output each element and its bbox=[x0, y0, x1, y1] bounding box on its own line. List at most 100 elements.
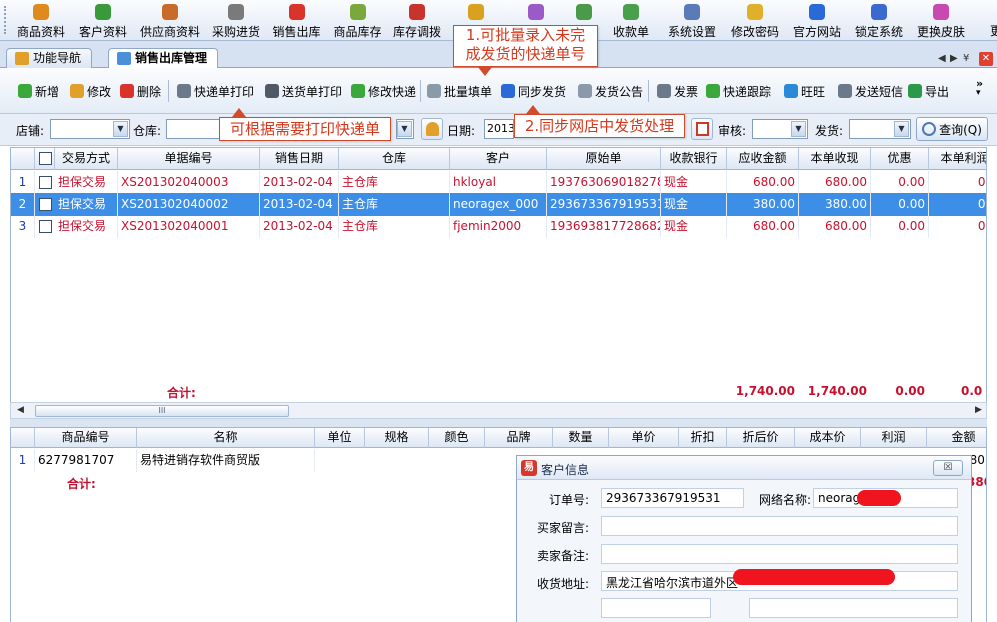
tab-menu-icon[interactable]: ¥ bbox=[963, 53, 969, 64]
extra-field-1[interactable] bbox=[601, 598, 711, 618]
row-checkbox[interactable] bbox=[39, 220, 52, 233]
col-discount[interactable]: 优惠 bbox=[871, 148, 929, 170]
menu-item-receipt[interactable]: 收款单 bbox=[602, 0, 660, 41]
seller-note-field[interactable] bbox=[601, 544, 958, 564]
sync-ship-button[interactable]: 同步发货 bbox=[501, 82, 566, 100]
col-trade[interactable]: 交易方式 bbox=[55, 148, 118, 170]
cell-orig: 193763069018278 bbox=[547, 171, 661, 194]
col-cash[interactable]: 本单收现 bbox=[799, 148, 871, 170]
cell-cash: 380.00 bbox=[799, 193, 871, 216]
sms-button[interactable]: 发送短信 bbox=[838, 82, 903, 100]
grid-hscrollbar[interactable]: ◀ III ▶ bbox=[10, 402, 987, 419]
order-no-field[interactable]: 293673367919531 bbox=[601, 488, 744, 508]
scroll-right-icon[interactable]: ▶ bbox=[975, 405, 982, 415]
table-row[interactable]: 1 担保交易 XS201302040003 2013-02-04 主仓库 hkloyal 1… bbox=[11, 171, 986, 194]
menu-grip[interactable] bbox=[4, 6, 7, 34]
toolbar-dropdown-icon[interactable]: ▾ bbox=[976, 88, 981, 98]
detail-col-header[interactable]: 折后价 bbox=[727, 428, 795, 448]
export-button[interactable]: 导出 bbox=[908, 82, 949, 100]
wangwang-button[interactable]: 旺旺 bbox=[784, 82, 825, 100]
tab-next-icon[interactable]: ▶ bbox=[950, 53, 958, 64]
col-profit[interactable]: 本单利润 bbox=[929, 148, 986, 170]
detail-col-header[interactable]: 单位 bbox=[315, 428, 365, 448]
close-icon[interactable]: ✕ bbox=[979, 52, 993, 66]
detail-col-header[interactable]: 成本价 bbox=[795, 428, 861, 448]
edit-express-button[interactable]: 修改快递 bbox=[351, 82, 416, 100]
toolbar-button-label: 修改快递 bbox=[368, 84, 417, 99]
express-print-button[interactable]: 快递单打印 bbox=[177, 82, 254, 100]
grid-total-discount: 0.00 bbox=[895, 384, 925, 398]
batch-fill-button[interactable]: 批量填单 bbox=[427, 82, 492, 100]
cell-date: 2013-02-04 bbox=[260, 171, 339, 194]
menu-item-lock[interactable]: 锁定系统 bbox=[848, 0, 910, 41]
table-row[interactable]: 3 担保交易 XS201302040001 2013-02-04 主仓库 fjemin20… bbox=[11, 215, 986, 238]
ship-select[interactable]: ▼ bbox=[849, 119, 911, 139]
menu-item-label: 更换皮肤 bbox=[916, 25, 965, 39]
col-date[interactable]: 销售日期 bbox=[260, 148, 339, 170]
callout-tail bbox=[526, 105, 540, 114]
delete-button[interactable]: 删除 bbox=[120, 82, 161, 100]
detail-col-header[interactable]: 利润 bbox=[861, 428, 927, 448]
panel-splitter[interactable] bbox=[10, 419, 987, 427]
store-select[interactable]: ▼ bbox=[50, 119, 130, 139]
scroll-left-icon[interactable]: ◀ bbox=[17, 405, 24, 415]
toolbar-button-label: 送货单打印 bbox=[282, 84, 343, 99]
cell-due: 680.00 bbox=[727, 171, 799, 194]
menu-item-skin[interactable]: 更换皮肤 bbox=[910, 0, 972, 41]
detail-col-header[interactable]: 颜色 bbox=[429, 428, 485, 448]
menu-item-transfer[interactable]: 库存调拨 bbox=[388, 0, 446, 41]
menu-item-key[interactable]: 修改密码 bbox=[724, 0, 786, 41]
scroll-thumb[interactable]: III bbox=[35, 405, 289, 417]
col-customer[interactable]: 客户 bbox=[450, 148, 547, 170]
cell-cash: 680.00 bbox=[799, 215, 871, 238]
detail-col-header[interactable]: 商品编号 bbox=[35, 428, 137, 448]
menu-item-supplier[interactable]: 供应商资料 bbox=[134, 0, 206, 41]
col-bank[interactable]: 收款银行 bbox=[661, 148, 727, 170]
invoice-button[interactable]: 发票 bbox=[657, 82, 698, 100]
warehouse-dropdown[interactable]: ▼ bbox=[396, 119, 414, 139]
menu-item-ie[interactable]: 官方网站 bbox=[786, 0, 848, 41]
select-all-checkbox[interactable] bbox=[39, 152, 52, 165]
detail-col-header[interactable]: 数量 bbox=[553, 428, 609, 448]
ie-icon bbox=[809, 4, 825, 20]
detail-col-header[interactable]: 折扣 bbox=[679, 428, 727, 448]
col-warehouse[interactable]: 仓库 bbox=[339, 148, 450, 170]
callout-line: 成发货的快递单号 bbox=[465, 45, 586, 63]
detail-col-header[interactable]: 名称 bbox=[137, 428, 315, 448]
tab-sales-outbound[interactable]: 销售出库管理 bbox=[108, 48, 219, 69]
menu-overflow[interactable]: 更 bbox=[990, 22, 997, 39]
col-original[interactable]: 原始单 bbox=[547, 148, 661, 170]
menu-item-truck[interactable]: 采购进货 bbox=[206, 0, 266, 41]
popup-title: 客户信息 bbox=[541, 463, 590, 477]
col-due[interactable]: 应收金额 bbox=[727, 148, 799, 170]
query-button[interactable]: 查询(Q) bbox=[916, 117, 988, 141]
delivery-print-button[interactable]: 送货单打印 bbox=[265, 82, 342, 100]
detail-col-header[interactable]: 规格 bbox=[365, 428, 429, 448]
menu-item-customers[interactable]: 客户资料 bbox=[72, 0, 134, 41]
detail-col-header[interactable]: 品牌 bbox=[485, 428, 553, 448]
row-checkbox[interactable] bbox=[39, 176, 52, 189]
menu-item-sales[interactable]: 销售出库 bbox=[266, 0, 327, 41]
extra-field-2[interactable] bbox=[749, 598, 958, 618]
buyer-message-field[interactable] bbox=[601, 516, 958, 536]
close-icon[interactable]: ☒ bbox=[933, 460, 963, 476]
table-row[interactable]: 2 担保交易 XS201302040002 2013-02-04 主仓库 neoragex… bbox=[11, 193, 986, 216]
detail-col-header[interactable]: 单价 bbox=[609, 428, 679, 448]
pick-customer-button[interactable] bbox=[421, 118, 443, 140]
announce-button[interactable]: 发货公告 bbox=[578, 82, 643, 100]
warehouse-select[interactable] bbox=[166, 119, 226, 139]
tab-prev-icon[interactable]: ◀ bbox=[938, 53, 946, 64]
row-checkbox[interactable] bbox=[39, 198, 52, 211]
track-button[interactable]: 快递跟踪 bbox=[706, 82, 771, 100]
edit-button[interactable]: 修改 bbox=[70, 82, 111, 100]
menu-item-box[interactable]: 商品资料 bbox=[10, 0, 72, 41]
menu-item-stock[interactable]: 商品库存 bbox=[327, 0, 388, 41]
menu-item-settings[interactable]: 系统设置 bbox=[660, 0, 724, 41]
add-button[interactable]: 新增 bbox=[18, 82, 59, 100]
tab-function-nav[interactable]: 功能导航 bbox=[6, 48, 93, 68]
audit-select[interactable]: ▼ bbox=[752, 119, 808, 139]
calendar-button[interactable] bbox=[691, 118, 713, 140]
date-from-input[interactable]: 2013- bbox=[484, 119, 514, 139]
detail-col-header[interactable]: 金额 bbox=[927, 428, 986, 448]
col-doc[interactable]: 单据编号 bbox=[118, 148, 260, 170]
